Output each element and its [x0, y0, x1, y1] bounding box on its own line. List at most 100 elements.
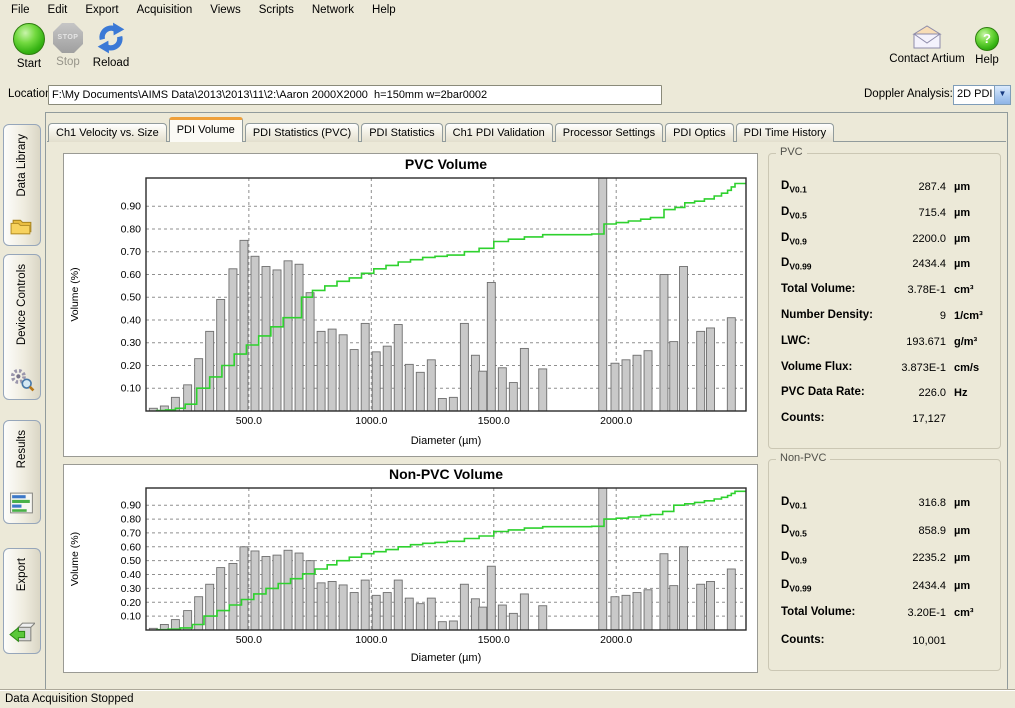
stop-icon: STOP [53, 23, 83, 53]
gears-icon [9, 367, 35, 392]
doppler-analysis-select[interactable]: 2D PDI ▼ [953, 85, 1011, 105]
tab-ch1-velocity-vs-size[interactable]: Ch1 Velocity vs. Size [48, 123, 167, 142]
svg-text:0.90: 0.90 [121, 201, 142, 213]
tab-processor-settings[interactable]: Processor Settings [555, 123, 663, 142]
location-row: Location: Doppler Analysis: 2D PDI ▼ [0, 84, 1015, 108]
sidebar-tab-results[interactable]: Results [3, 420, 41, 524]
stat-row: Counts:17,127 [781, 412, 994, 430]
menu-item-views[interactable]: Views [201, 2, 249, 18]
sidebar-tab-label: Export [16, 558, 28, 591]
tab-pdi-time-history[interactable]: PDI Time History [736, 123, 835, 142]
stat-row: Total Volume:3.78E-1cm³ [781, 283, 994, 301]
export-icon [9, 621, 35, 646]
stat-value: 3.78E-1 [836, 284, 946, 296]
svg-text:0.80: 0.80 [121, 514, 142, 526]
start-button[interactable]: Start [6, 21, 52, 70]
help-label: Help [968, 54, 1006, 66]
stat-row: DV0.92200.0µm [781, 232, 994, 250]
svg-text:0.40: 0.40 [121, 569, 142, 581]
menu-item-network[interactable]: Network [303, 2, 363, 18]
sidebar-tab-data-library[interactable]: Data Library [3, 124, 41, 246]
stat-unit: µm [954, 207, 970, 219]
reload-label: Reload [86, 57, 136, 69]
reload-button[interactable]: Reload [86, 21, 136, 69]
help-icon: ? [975, 27, 999, 51]
tab-pdi-volume[interactable]: PDI Volume [169, 117, 243, 142]
menu-item-acquisition[interactable]: Acquisition [128, 2, 202, 18]
envelope-icon [910, 24, 944, 50]
stop-label: Stop [48, 56, 88, 68]
stat-row: Total Volume:3.20E-1cm³ [781, 606, 994, 624]
svg-text:1500.0: 1500.0 [478, 634, 510, 646]
tab-pdi-statistics[interactable]: PDI Statistics [361, 123, 442, 142]
menu-item-help[interactable]: Help [363, 2, 405, 18]
svg-text:0.50: 0.50 [121, 292, 142, 304]
sidebar-tab-export[interactable]: Export [3, 548, 41, 654]
stat-unit: µm [954, 525, 970, 537]
svg-text:500.0: 500.0 [236, 415, 262, 427]
stat-row: DV0.99 2434.4 µm [781, 257, 994, 275]
menu-item-export[interactable]: Export [76, 2, 127, 18]
contact-artium-button[interactable]: Contact Artium [884, 21, 970, 65]
contact-artium-label: Contact Artium [884, 53, 970, 65]
svg-text:0.20: 0.20 [121, 597, 142, 609]
stat-value: 3.20E-1 [836, 607, 946, 619]
svg-text:Diameter (µm): Diameter (µm) [411, 435, 482, 447]
chevron-down-icon[interactable]: ▼ [994, 86, 1010, 104]
toolbar: Start STOP Stop Reload Contact Ar [0, 19, 1015, 83]
svg-text:1500.0: 1500.0 [478, 415, 510, 427]
tab-pdi-statistics-pvc[interactable]: PDI Statistics (PVC) [245, 123, 359, 142]
stat-row: Counts:10,001 [781, 634, 994, 652]
stat-value: 858.9 [836, 525, 946, 537]
stat-row: DV0.5715.4µm [781, 206, 994, 224]
menu-bar: FileEditExportAcquisitionViewsScriptsNet… [0, 0, 1015, 19]
stat-value: 2434.4 [836, 258, 946, 270]
stat-value: 2200.0 [836, 233, 946, 245]
stat-row: LWC:193.671g/m³ [781, 335, 994, 353]
reload-icon [95, 22, 127, 54]
main-panel: Ch1 Velocity vs. SizePDI VolumePDI Stati… [45, 112, 1008, 690]
stat-row: Volume Flux:3.873E-1cm/s [781, 361, 994, 379]
stat-unit: g/m³ [954, 336, 977, 348]
stat-row: PVC Data Rate:226.0Hz [781, 386, 994, 404]
stat-value: 3.873E-1 [836, 362, 946, 374]
stat-label: DV0.99 [781, 257, 812, 271]
sidebar-tab-label: Data Library [16, 134, 28, 197]
stat-unit: µm [954, 258, 970, 270]
svg-text:Volume (%): Volume (%) [69, 532, 81, 586]
stat-label: DV0.5 [781, 206, 807, 220]
stat-row: DV0.5 858.9 µm [781, 524, 994, 542]
svg-text:1000.0: 1000.0 [355, 634, 387, 646]
svg-text:1000.0: 1000.0 [355, 415, 387, 427]
svg-text:Non-PVC Volume: Non-PVC Volume [389, 466, 503, 482]
doppler-analysis-value: 2D PDI [957, 88, 992, 100]
menu-item-file[interactable]: File [2, 2, 39, 18]
groupbox-title: Non-PVC [776, 452, 830, 464]
help-button[interactable]: ? Help [968, 21, 1006, 66]
tab-ch1-pdi-validation[interactable]: Ch1 PDI Validation [445, 123, 553, 142]
stat-unit: µm [954, 233, 970, 245]
stat-label: Counts: [781, 412, 824, 424]
tab-strip: Ch1 Velocity vs. SizePDI VolumePDI Stati… [48, 117, 836, 142]
pvc-volume-chart: PVC VolumeVolume (%)0.100.200.300.400.50… [63, 153, 758, 457]
svg-text:Volume (%): Volume (%) [69, 267, 81, 321]
start-label: Start [6, 58, 52, 70]
svg-text:500.0: 500.0 [236, 634, 262, 646]
sidebar-tab-device-controls[interactable]: Device Controls [3, 254, 41, 400]
menu-item-edit[interactable]: Edit [39, 2, 77, 18]
stat-unit: µm [954, 181, 970, 193]
tab-pdi-optics[interactable]: PDI Optics [665, 123, 734, 142]
menu-item-scripts[interactable]: Scripts [250, 2, 303, 18]
groupbox-title: PVC [776, 146, 807, 158]
svg-text:0.70: 0.70 [121, 246, 142, 258]
location-input[interactable] [48, 85, 662, 105]
stat-label: DV0.5 [781, 524, 807, 538]
aims-application-window: FileEditExportAcquisitionViewsScriptsNet… [0, 0, 1015, 708]
svg-text:0.90: 0.90 [121, 500, 142, 512]
svg-text:0.70: 0.70 [121, 527, 142, 539]
stat-label: DV0.1 [781, 180, 807, 194]
svg-text:0.30: 0.30 [121, 583, 142, 595]
stat-label: LWC: [781, 335, 810, 347]
stat-row: DV0.992434.4µm [781, 579, 994, 597]
chart-icon [9, 491, 35, 516]
